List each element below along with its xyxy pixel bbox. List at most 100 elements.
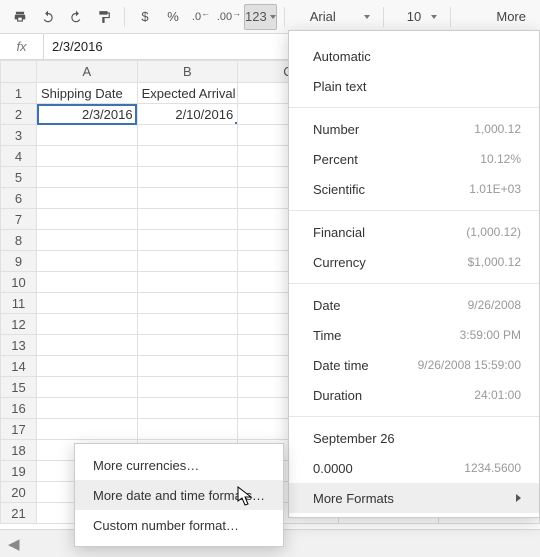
font-size-value: 10 xyxy=(407,9,421,24)
selected-cell[interactable]: 2/3/2016 xyxy=(37,104,138,125)
cell[interactable] xyxy=(137,356,238,377)
row-header[interactable]: 17 xyxy=(1,419,37,440)
cell[interactable] xyxy=(137,377,238,398)
menu-scientific[interactable]: Scientific1.01E+03 xyxy=(289,174,539,204)
row-header[interactable]: 5 xyxy=(1,167,37,188)
percent-button[interactable]: % xyxy=(160,4,186,30)
menu-plain-text[interactable]: Plain text xyxy=(289,71,539,101)
cell[interactable] xyxy=(137,272,238,293)
cell[interactable] xyxy=(137,251,238,272)
cell[interactable] xyxy=(137,209,238,230)
separator xyxy=(383,7,384,27)
cell[interactable] xyxy=(137,398,238,419)
menu-number[interactable]: Number1,000.12 xyxy=(289,114,539,144)
submenu-more-currencies[interactable]: More currencies… xyxy=(75,450,283,480)
menu-currency[interactable]: Currency$1,000.12 xyxy=(289,247,539,277)
currency-button[interactable]: $ xyxy=(132,4,158,30)
menu-date[interactable]: Date9/26/2008 xyxy=(289,290,539,320)
row-header[interactable]: 21 xyxy=(1,503,37,524)
cell[interactable] xyxy=(137,167,238,188)
font-selector[interactable]: Arial xyxy=(299,4,377,30)
col-header[interactable]: A xyxy=(37,61,138,83)
cell[interactable] xyxy=(137,230,238,251)
row-header[interactable]: 16 xyxy=(1,398,37,419)
row-header[interactable]: 9 xyxy=(1,251,37,272)
row-header[interactable]: 11 xyxy=(1,293,37,314)
cell[interactable] xyxy=(37,293,138,314)
menu-automatic[interactable]: Automatic xyxy=(289,41,539,71)
cell[interactable] xyxy=(37,335,138,356)
menu-label: September 26 xyxy=(313,431,395,446)
cell[interactable] xyxy=(37,230,138,251)
cell[interactable] xyxy=(137,335,238,356)
cell[interactable] xyxy=(37,356,138,377)
cell[interactable] xyxy=(37,377,138,398)
cell[interactable] xyxy=(137,188,238,209)
decrease-decimal-button[interactable]: .0← xyxy=(188,4,214,30)
col-header[interactable]: B xyxy=(137,61,238,83)
cell[interactable] xyxy=(37,125,138,146)
menu-more-formats[interactable]: More Formats xyxy=(289,483,539,513)
row-header[interactable]: 13 xyxy=(1,335,37,356)
cell[interactable] xyxy=(137,146,238,167)
cell[interactable] xyxy=(37,314,138,335)
row-header[interactable]: 1 xyxy=(1,83,37,104)
row-header[interactable]: 19 xyxy=(1,461,37,482)
cell[interactable] xyxy=(37,272,138,293)
paint-format-button[interactable] xyxy=(91,4,117,30)
menu-example: 1.01E+03 xyxy=(469,182,521,196)
cell[interactable] xyxy=(37,251,138,272)
submenu-more-date-time[interactable]: More date and time formats… xyxy=(75,480,283,510)
row-header[interactable]: 3 xyxy=(1,125,37,146)
cell[interactable] xyxy=(37,167,138,188)
menu-zero-format[interactable]: 0.00001234.5600 xyxy=(289,453,539,483)
menu-financial[interactable]: Financial(1,000.12) xyxy=(289,217,539,247)
row-header[interactable]: 2 xyxy=(1,104,37,125)
row-header[interactable]: 20 xyxy=(1,482,37,503)
cell[interactable] xyxy=(137,293,238,314)
font-size-selector[interactable]: 10 xyxy=(396,4,444,30)
menu-time[interactable]: Time3:59:00 PM xyxy=(289,320,539,350)
menu-label: Date time xyxy=(313,358,369,373)
menu-percent[interactable]: Percent10.12% xyxy=(289,144,539,174)
row-header[interactable]: 18 xyxy=(1,440,37,461)
increase-decimal-button[interactable]: .00→ xyxy=(216,4,242,30)
cell[interactable] xyxy=(137,419,238,440)
cell[interactable] xyxy=(37,419,138,440)
menu-example: 1234.5600 xyxy=(464,461,521,475)
cell[interactable]: Expected Arrival Date xyxy=(137,83,238,104)
cell[interactable]: 2/10/2016 xyxy=(137,104,238,125)
row-header[interactable]: 8 xyxy=(1,230,37,251)
menu-september[interactable]: September 26 xyxy=(289,423,539,453)
row-header[interactable]: 6 xyxy=(1,188,37,209)
row-header[interactable]: 12 xyxy=(1,314,37,335)
submenu-label: Custom number format… xyxy=(93,518,239,533)
row-header[interactable]: 4 xyxy=(1,146,37,167)
row-header[interactable]: 15 xyxy=(1,377,37,398)
tab-nav-left-icon[interactable]: ◀ xyxy=(8,535,20,553)
row-header[interactable]: 7 xyxy=(1,209,37,230)
menu-duration[interactable]: Duration24:01:00 xyxy=(289,380,539,410)
number-format-button[interactable]: 123 xyxy=(244,4,277,30)
cell[interactable] xyxy=(137,314,238,335)
undo-button[interactable] xyxy=(35,4,61,30)
cell[interactable] xyxy=(37,146,138,167)
cell[interactable]: Shipping Date xyxy=(37,83,138,104)
cell[interactable] xyxy=(37,398,138,419)
redo-button[interactable] xyxy=(63,4,89,30)
fx-label: fx xyxy=(0,34,44,59)
separator xyxy=(284,7,285,27)
cell[interactable] xyxy=(37,188,138,209)
menu-example: 10.12% xyxy=(480,152,521,166)
number-format-label: 123 xyxy=(245,9,267,24)
more-formats-submenu: More currencies… More date and time form… xyxy=(74,443,284,547)
menu-label: Date xyxy=(313,298,340,313)
print-button[interactable] xyxy=(7,4,33,30)
row-header[interactable]: 14 xyxy=(1,356,37,377)
cell[interactable] xyxy=(37,209,138,230)
row-header[interactable]: 10 xyxy=(1,272,37,293)
menu-date-time[interactable]: Date time9/26/2008 15:59:00 xyxy=(289,350,539,380)
more-button[interactable]: More xyxy=(488,5,534,28)
submenu-custom-number[interactable]: Custom number format… xyxy=(75,510,283,540)
cell[interactable] xyxy=(137,125,238,146)
